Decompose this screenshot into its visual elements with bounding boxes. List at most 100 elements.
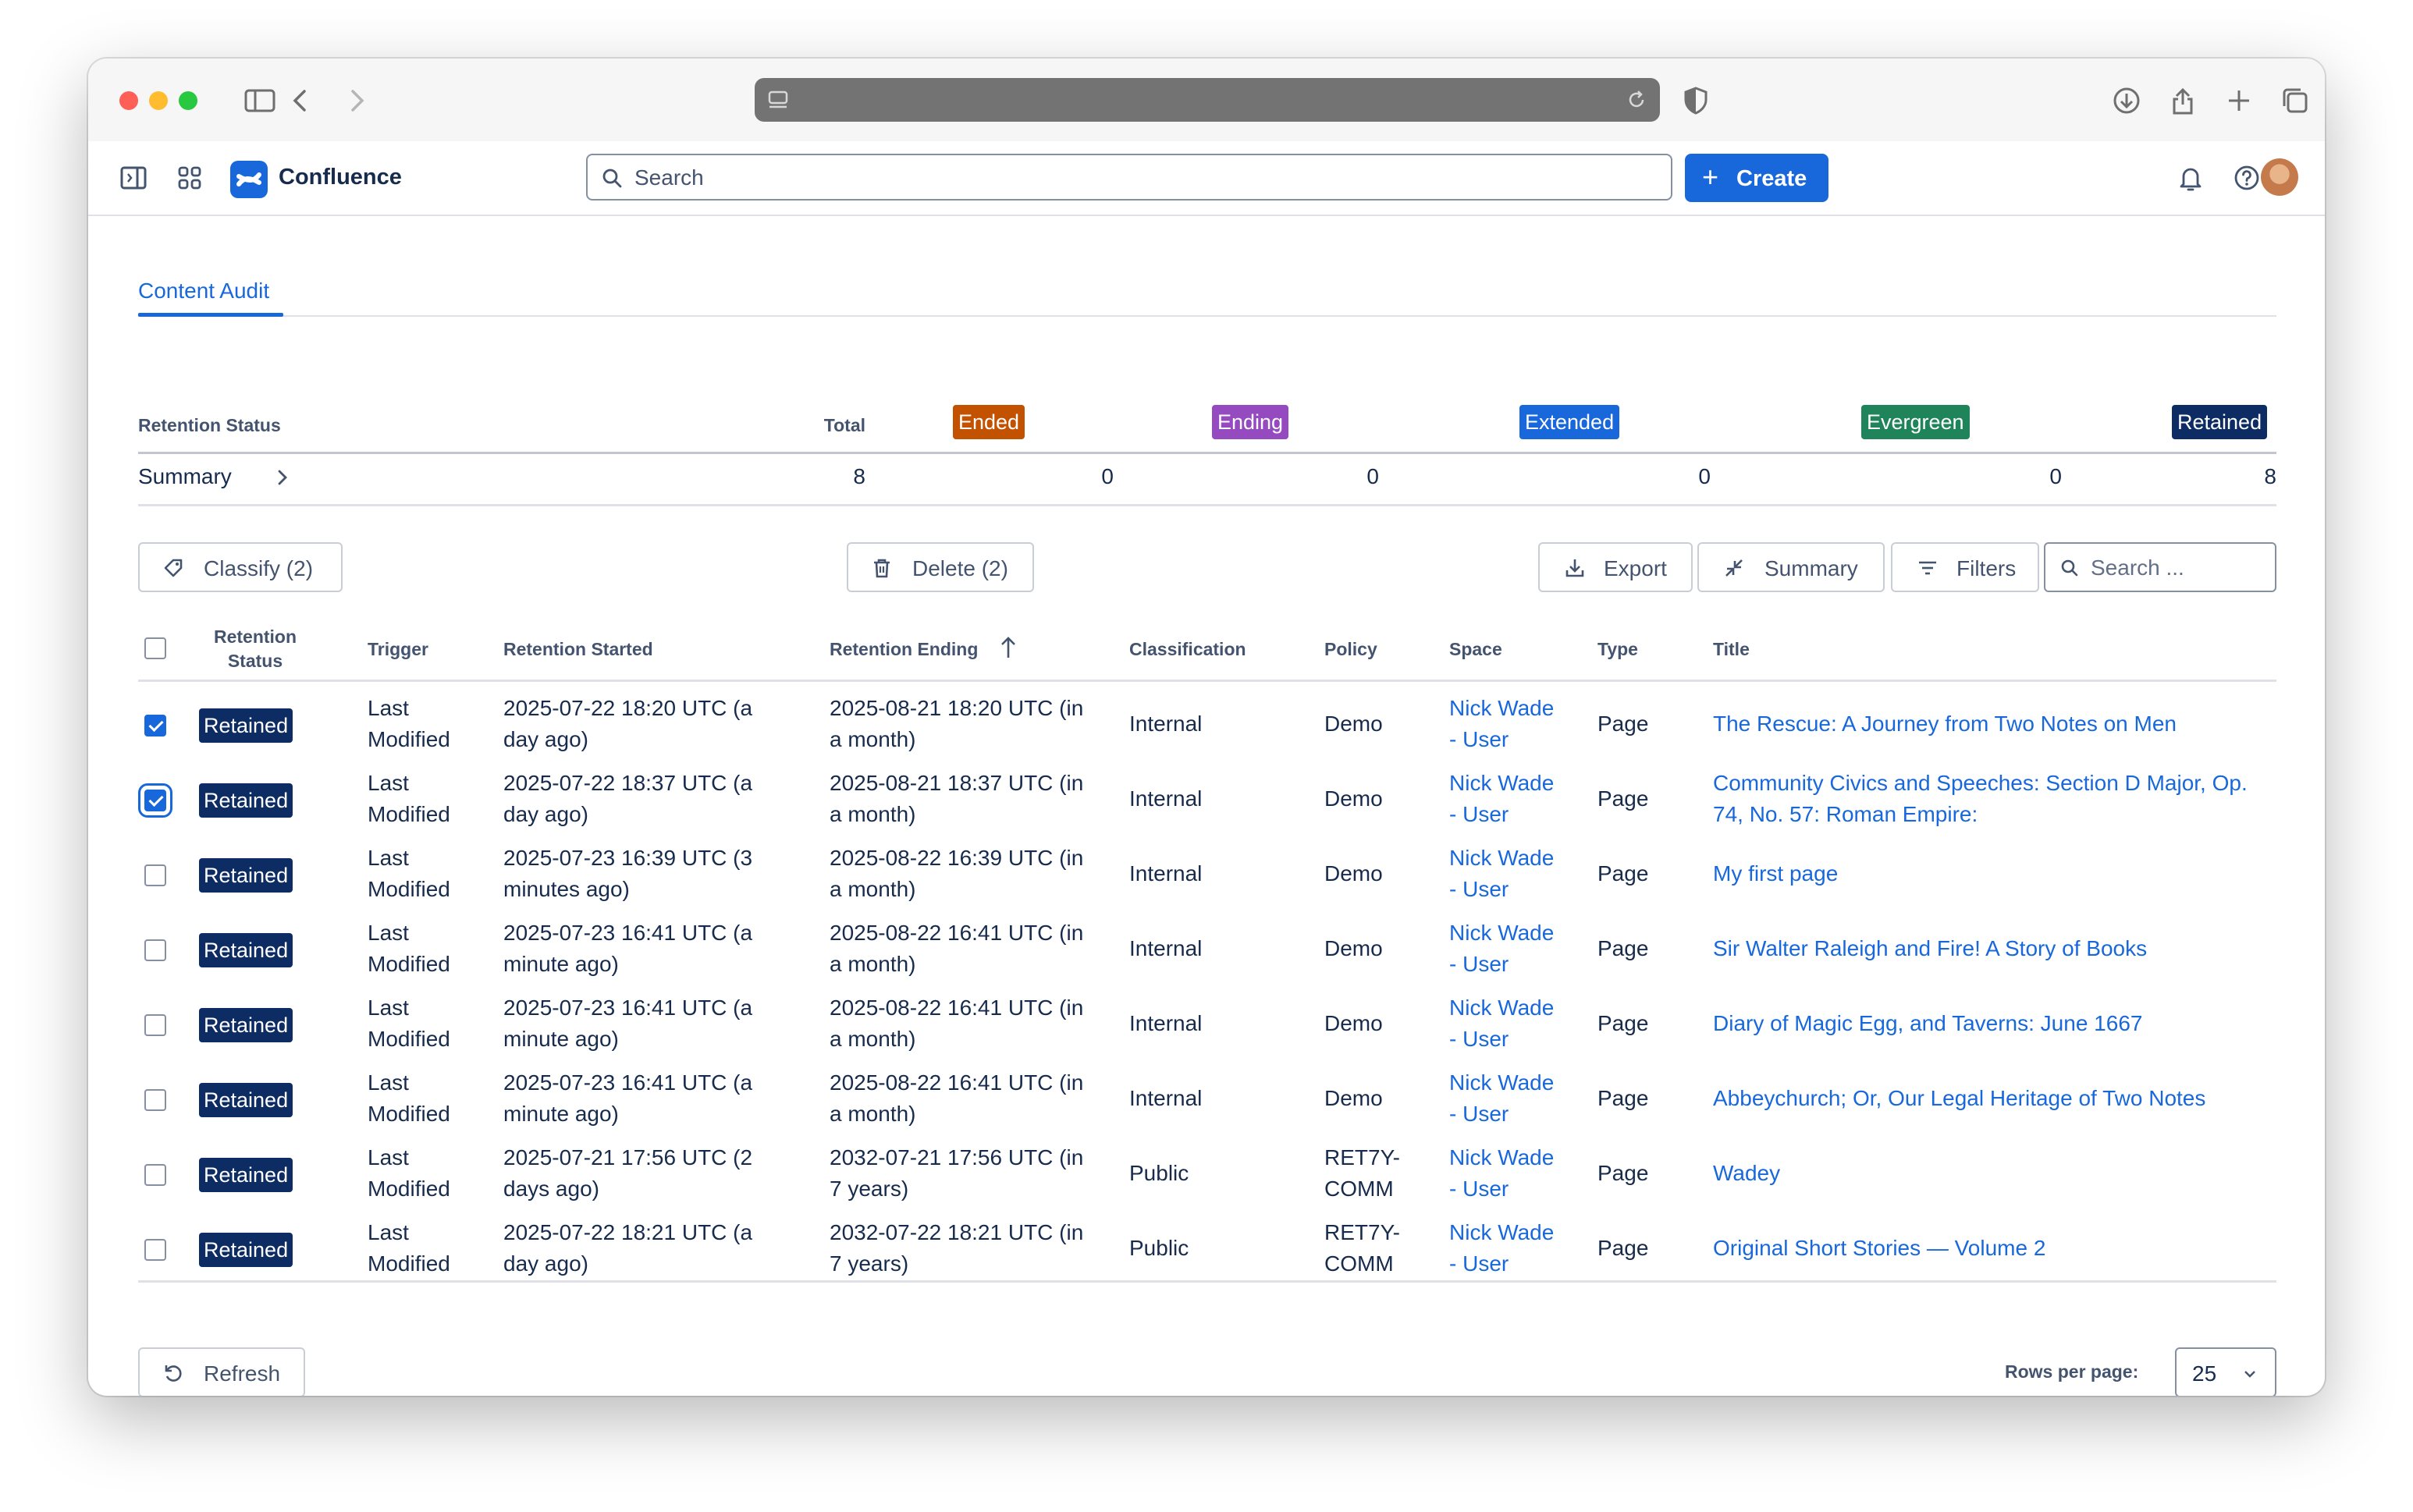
reload-icon[interactable] <box>1624 87 1649 112</box>
space-link[interactable]: Nick Wade - User <box>1449 1067 1554 1130</box>
space-link[interactable]: Nick Wade - User <box>1449 1217 1554 1280</box>
status-badge: Retained <box>199 708 293 743</box>
title-link[interactable]: Abbeychurch; Or, Our Legal Heritage of T… <box>1713 1083 2205 1114</box>
download-icon[interactable] <box>2109 83 2144 118</box>
column-space[interactable]: Space <box>1449 637 1502 662</box>
close-window-button[interactable] <box>119 91 138 110</box>
summary-button[interactable]: Summary <box>1697 542 1885 592</box>
sidebar-icon[interactable] <box>243 83 277 118</box>
space-line1: Nick Wade <box>1449 1070 1555 1095</box>
column-trigger[interactable]: Trigger <box>368 637 428 662</box>
classify-button[interactable]: Classify (2) <box>138 542 343 592</box>
chevron-right-icon[interactable] <box>271 466 294 489</box>
table-search[interactable] <box>2044 542 2276 592</box>
table-row[interactable]: Retained Last Modified 2025-07-23 16:41 U… <box>138 1061 2276 1136</box>
ending-line2: a month) <box>830 1102 916 1126</box>
table-row[interactable]: Retained Last Modified 2025-07-22 18:37 U… <box>138 761 2276 836</box>
space-line1: Nick Wade <box>1449 996 1555 1020</box>
table-row[interactable]: Retained Last Modified 2025-07-22 18:20 U… <box>138 687 2276 761</box>
space-line2: - User <box>1449 1027 1509 1051</box>
row-checkbox[interactable] <box>138 783 172 818</box>
row-checkbox[interactable] <box>144 1014 166 1036</box>
trigger-line2: Modified <box>368 1251 450 1276</box>
summary-row-label[interactable]: Summary <box>138 464 232 489</box>
title-link[interactable]: Diary of Magic Egg, and Taverns: June 16… <box>1713 1008 2142 1039</box>
space-link[interactable]: Nick Wade - User <box>1449 1142 1554 1205</box>
ending-line2: 7 years) <box>830 1177 909 1201</box>
space-link[interactable]: Nick Wade - User <box>1449 693 1554 755</box>
global-search-input[interactable] <box>633 160 1651 196</box>
ending-cell: 2032-07-22 18:21 UTC (in 7 years) <box>830 1217 1083 1280</box>
table-row[interactable]: Retained Last Modified 2025-07-23 16:41 U… <box>138 911 2276 986</box>
create-button[interactable]: + Create <box>1685 154 1828 202</box>
bell-icon[interactable] <box>2175 162 2206 193</box>
tabs-icon[interactable] <box>2278 83 2312 118</box>
sort-ascending-icon[interactable] <box>997 634 1020 661</box>
filters-button[interactable]: Filters <box>1891 542 2039 592</box>
row-checkbox[interactable] <box>144 1239 166 1261</box>
space-link[interactable]: Nick Wade - User <box>1449 768 1554 830</box>
help-icon[interactable] <box>2231 162 2262 193</box>
title-link[interactable]: Sir Walter Raleigh and Fire! A Story of … <box>1713 933 2147 964</box>
row-checkbox[interactable] <box>144 715 166 736</box>
table-row[interactable]: Retained Last Modified 2025-07-22 18:21 U… <box>138 1211 2276 1286</box>
started-cell: 2025-07-23 16:41 UTC (a minute ago) <box>503 917 752 980</box>
sidebar-toggle-icon[interactable] <box>118 162 149 193</box>
row-checkbox[interactable] <box>144 1089 166 1111</box>
delete-button[interactable]: Delete (2) <box>847 542 1034 592</box>
column-type[interactable]: Type <box>1597 637 1638 662</box>
space-link[interactable]: Nick Wade - User <box>1449 917 1554 980</box>
column-title[interactable]: Title <box>1713 637 1750 662</box>
page-menu-icon[interactable] <box>766 87 791 112</box>
maximize-window-button[interactable] <box>179 91 197 110</box>
title-link[interactable]: Community Civics and Speeches: Section D… <box>1713 768 2248 830</box>
rows-per-page-select[interactable]: 25 <box>2175 1347 2276 1396</box>
table-search-input[interactable] <box>2089 552 2272 584</box>
ending-line1: 2025-08-22 16:41 UTC (in <box>830 1070 1084 1095</box>
title-link[interactable]: Original Short Stories — Volume 2 <box>1713 1233 2045 1264</box>
export-button[interactable]: Export <box>1538 542 1693 592</box>
column-retention-started[interactable]: Retention Started <box>503 637 653 662</box>
minimize-window-button[interactable] <box>149 91 168 110</box>
chevron-right-icon[interactable] <box>339 83 374 118</box>
title-link[interactable]: The Rescue: A Journey from Two Notes on … <box>1713 708 2177 740</box>
title-link[interactable]: My first page <box>1713 858 1838 889</box>
column-policy[interactable]: Policy <box>1324 637 1377 662</box>
status-badge: Retained <box>199 1083 293 1117</box>
row-checkbox[interactable] <box>144 1164 166 1186</box>
tab-content-audit[interactable]: Content Audit <box>138 279 269 303</box>
column-retention-ending[interactable]: Retention Ending <box>830 637 978 662</box>
table-row[interactable]: Retained Last Modified 2025-07-23 16:41 U… <box>138 986 2276 1061</box>
row-checkbox[interactable] <box>144 864 166 886</box>
confluence-logo-icon[interactable] <box>230 161 268 198</box>
title-line1: Wadey <box>1713 1161 1781 1185</box>
column-retention-status[interactable]: Retention Status <box>204 625 307 673</box>
space-line1: Nick Wade <box>1449 846 1555 870</box>
global-search[interactable] <box>586 154 1672 201</box>
space-link[interactable]: Nick Wade - User <box>1449 843 1554 905</box>
user-avatar[interactable] <box>2261 158 2298 196</box>
started-line2: minute ago) <box>503 1027 619 1051</box>
started-line1: 2025-07-22 18:21 UTC (a <box>503 1220 753 1244</box>
title-link[interactable]: Wadey <box>1713 1158 1780 1189</box>
column-classification[interactable]: Classification <box>1129 637 1246 662</box>
refresh-button[interactable]: Refresh <box>138 1347 305 1396</box>
space-link[interactable]: Nick Wade - User <box>1449 992 1554 1055</box>
app-switcher-icon[interactable] <box>174 162 205 193</box>
ending-line1: 2032-07-21 17:56 UTC (in <box>830 1145 1084 1169</box>
address-bar[interactable] <box>755 78 1660 122</box>
table-row[interactable]: Retained Last Modified 2025-07-23 16:39 U… <box>138 836 2276 911</box>
space-line2: - User <box>1449 727 1509 751</box>
row-checkbox[interactable] <box>144 939 166 961</box>
status-badge-ended: Ended <box>953 405 1025 439</box>
started-line2: days ago) <box>503 1177 599 1201</box>
table-row[interactable]: Retained Last Modified 2025-07-21 17:56 U… <box>138 1136 2276 1211</box>
download-icon <box>1565 559 1584 577</box>
plus-icon[interactable] <box>2222 83 2256 118</box>
select-all-checkbox[interactable] <box>144 637 166 659</box>
privacy-shield-icon[interactable] <box>1679 83 1713 118</box>
brand-name[interactable]: Confluence <box>279 165 402 190</box>
chevron-left-icon[interactable] <box>283 83 318 118</box>
share-icon[interactable] <box>2166 83 2200 118</box>
policy-line1: RET7Y- <box>1324 1220 1401 1244</box>
